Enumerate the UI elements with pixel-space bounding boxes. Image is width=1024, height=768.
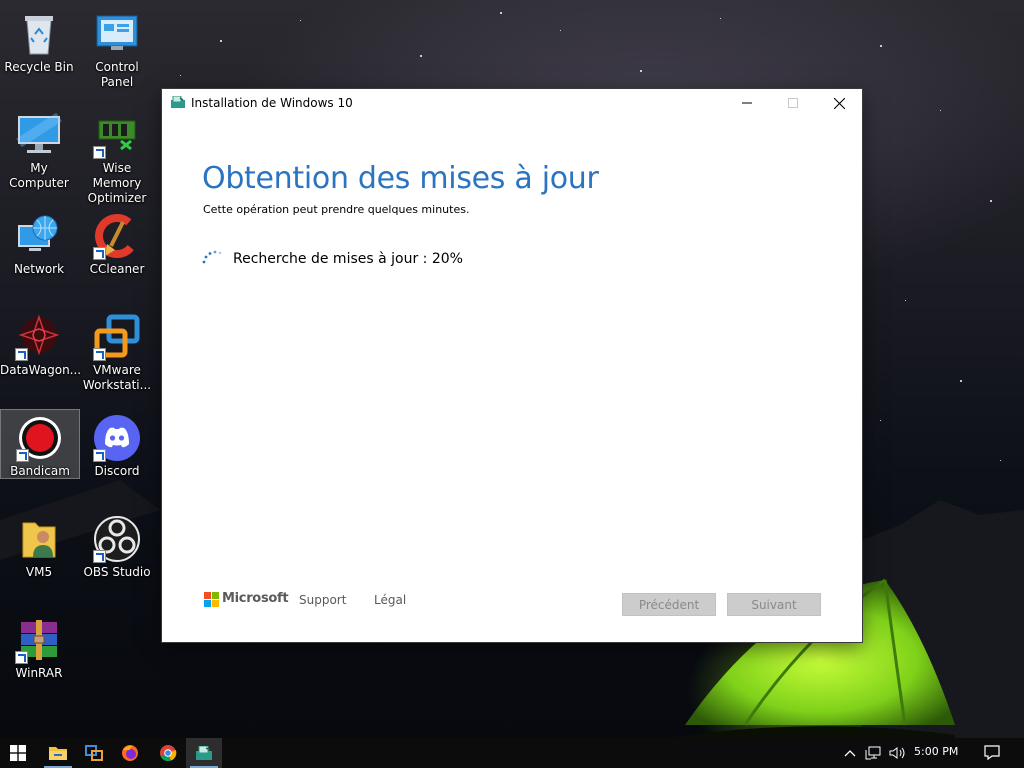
shortcut-arrow-icon xyxy=(93,146,106,159)
notification-icon xyxy=(984,745,1000,761)
obs-studio-icon xyxy=(93,515,141,563)
windows-setup-icon xyxy=(171,95,185,108)
legal-link[interactable]: Légal xyxy=(374,593,406,607)
desktop-icon-label: Control Panel xyxy=(95,60,139,89)
computer-icon xyxy=(15,111,63,159)
ccleaner-icon xyxy=(93,212,141,260)
control-panel-icon xyxy=(93,10,141,58)
desktop-icon-control-panel[interactable]: Control Panel xyxy=(78,6,156,90)
file-explorer-icon xyxy=(49,747,67,760)
window-footer: Microsoft Support Légal Précédent Suivan… xyxy=(162,589,862,619)
start-icon xyxy=(10,745,26,761)
desktop-icon-label: Network xyxy=(13,262,65,276)
windows-setup-window: Installation de Windows 10 Obtention des… xyxy=(162,89,862,642)
desktop-icon-my-computer[interactable]: My Computer xyxy=(0,107,78,191)
desktop-icon-wise-memory-optimizer[interactable]: Wise Memory Optimizer xyxy=(78,107,156,206)
recycle-bin-icon xyxy=(15,10,63,58)
taskview-icon xyxy=(85,745,103,761)
desktop-icon-vmware[interactable]: VMware Workstati... xyxy=(78,309,156,393)
desktop-icon-vm5[interactable]: VM5 xyxy=(0,511,78,580)
datawagon-icon xyxy=(15,313,63,361)
chevron-up-icon xyxy=(844,750,856,757)
desktop-icon-ccleaner[interactable]: CCleaner xyxy=(78,208,156,277)
update-status-text: Recherche de mises à jour : 20% xyxy=(233,251,463,267)
desktop-icon-label: CCleaner xyxy=(89,262,145,276)
memory-chip-icon xyxy=(93,111,141,159)
network-wired-icon xyxy=(865,746,881,760)
desktop-icon-label: Discord xyxy=(94,464,140,478)
shortcut-arrow-icon xyxy=(15,651,28,664)
desktop-icon-network[interactable]: Network xyxy=(0,208,78,277)
shortcut-arrow-icon xyxy=(93,449,106,462)
firefox-icon xyxy=(122,745,138,761)
desktop-icon-bandicam[interactable]: Bandicam xyxy=(0,409,80,479)
page-heading: Obtention des mises à jour xyxy=(202,161,599,196)
microsoft-logo-icon xyxy=(204,592,219,607)
action-center-button[interactable] xyxy=(978,738,1006,768)
support-link[interactable]: Support xyxy=(299,593,346,607)
close-icon xyxy=(833,97,845,109)
desktop-icon-recycle-bin[interactable]: Recycle Bin xyxy=(0,6,78,75)
desktop-icon-label: VM5 xyxy=(25,565,53,579)
microsoft-brand-text: Microsoft xyxy=(222,591,289,606)
desktop-icon-label: VMware Workstati... xyxy=(82,363,152,392)
shortcut-arrow-icon xyxy=(15,348,28,361)
minimize-button[interactable] xyxy=(724,89,770,117)
loading-spinner-icon xyxy=(202,250,222,264)
window-title: Installation de Windows 10 xyxy=(191,96,353,110)
desktop-icon-label: Recycle Bin xyxy=(4,60,74,74)
next-button[interactable]: Suivant xyxy=(727,593,821,616)
taskbar-windows-setup[interactable] xyxy=(186,738,222,768)
desktop-icon-discord[interactable]: Discord xyxy=(78,410,156,479)
shortcut-arrow-icon xyxy=(93,348,106,361)
folder-user-icon xyxy=(15,515,63,563)
desktop-icon-label: Bandicam xyxy=(10,464,70,478)
desktop-icon-datawagon[interactable]: DataWagon... xyxy=(0,309,82,378)
desktop-icon-obs-studio[interactable]: OBS Studio xyxy=(78,511,156,580)
shortcut-arrow-icon xyxy=(16,449,29,462)
winrar-books-icon xyxy=(15,616,63,664)
desktop-icon-winrar[interactable]: WinRAR xyxy=(0,612,78,681)
back-button[interactable]: Précédent xyxy=(622,593,716,616)
maximize-button xyxy=(770,89,816,117)
desktop-icon-label: My Computer xyxy=(9,161,69,190)
minimize-icon xyxy=(742,102,752,104)
taskbar: 5:00 PM xyxy=(0,738,1024,768)
start-button[interactable] xyxy=(0,738,36,768)
chrome-icon xyxy=(160,745,177,762)
taskbar-file-explorer[interactable] xyxy=(40,738,76,768)
vmware-icon xyxy=(93,313,141,361)
show-hidden-icons-button[interactable] xyxy=(840,738,860,768)
shortcut-arrow-icon xyxy=(93,550,106,563)
network-globe-icon xyxy=(15,212,63,260)
taskbar-chrome[interactable] xyxy=(150,738,186,768)
desktop-icon-label: OBS Studio xyxy=(83,565,151,579)
close-button[interactable] xyxy=(816,89,862,117)
bandicam-record-icon xyxy=(16,414,64,462)
desktop-icon-label: WinRAR xyxy=(15,666,63,680)
maximize-icon xyxy=(788,98,798,108)
desktop-icon-label: Wise Memory Optimizer xyxy=(87,161,147,205)
shortcut-arrow-icon xyxy=(93,247,106,260)
title-bar[interactable]: Installation de Windows 10 xyxy=(162,89,862,117)
page-subtitle: Cette opération peut prendre quelques mi… xyxy=(203,203,470,216)
desktop-icon-label: DataWagon... xyxy=(0,363,82,377)
discord-icon xyxy=(93,414,141,462)
taskbar-taskview[interactable] xyxy=(76,738,112,768)
network-tray-button[interactable] xyxy=(862,738,884,768)
windows-setup-icon xyxy=(196,746,212,760)
volume-tray-button[interactable] xyxy=(886,738,910,768)
taskbar-firefox[interactable] xyxy=(112,738,148,768)
taskbar-clock[interactable]: 5:00 PM xyxy=(914,745,958,758)
speaker-icon xyxy=(889,747,905,759)
